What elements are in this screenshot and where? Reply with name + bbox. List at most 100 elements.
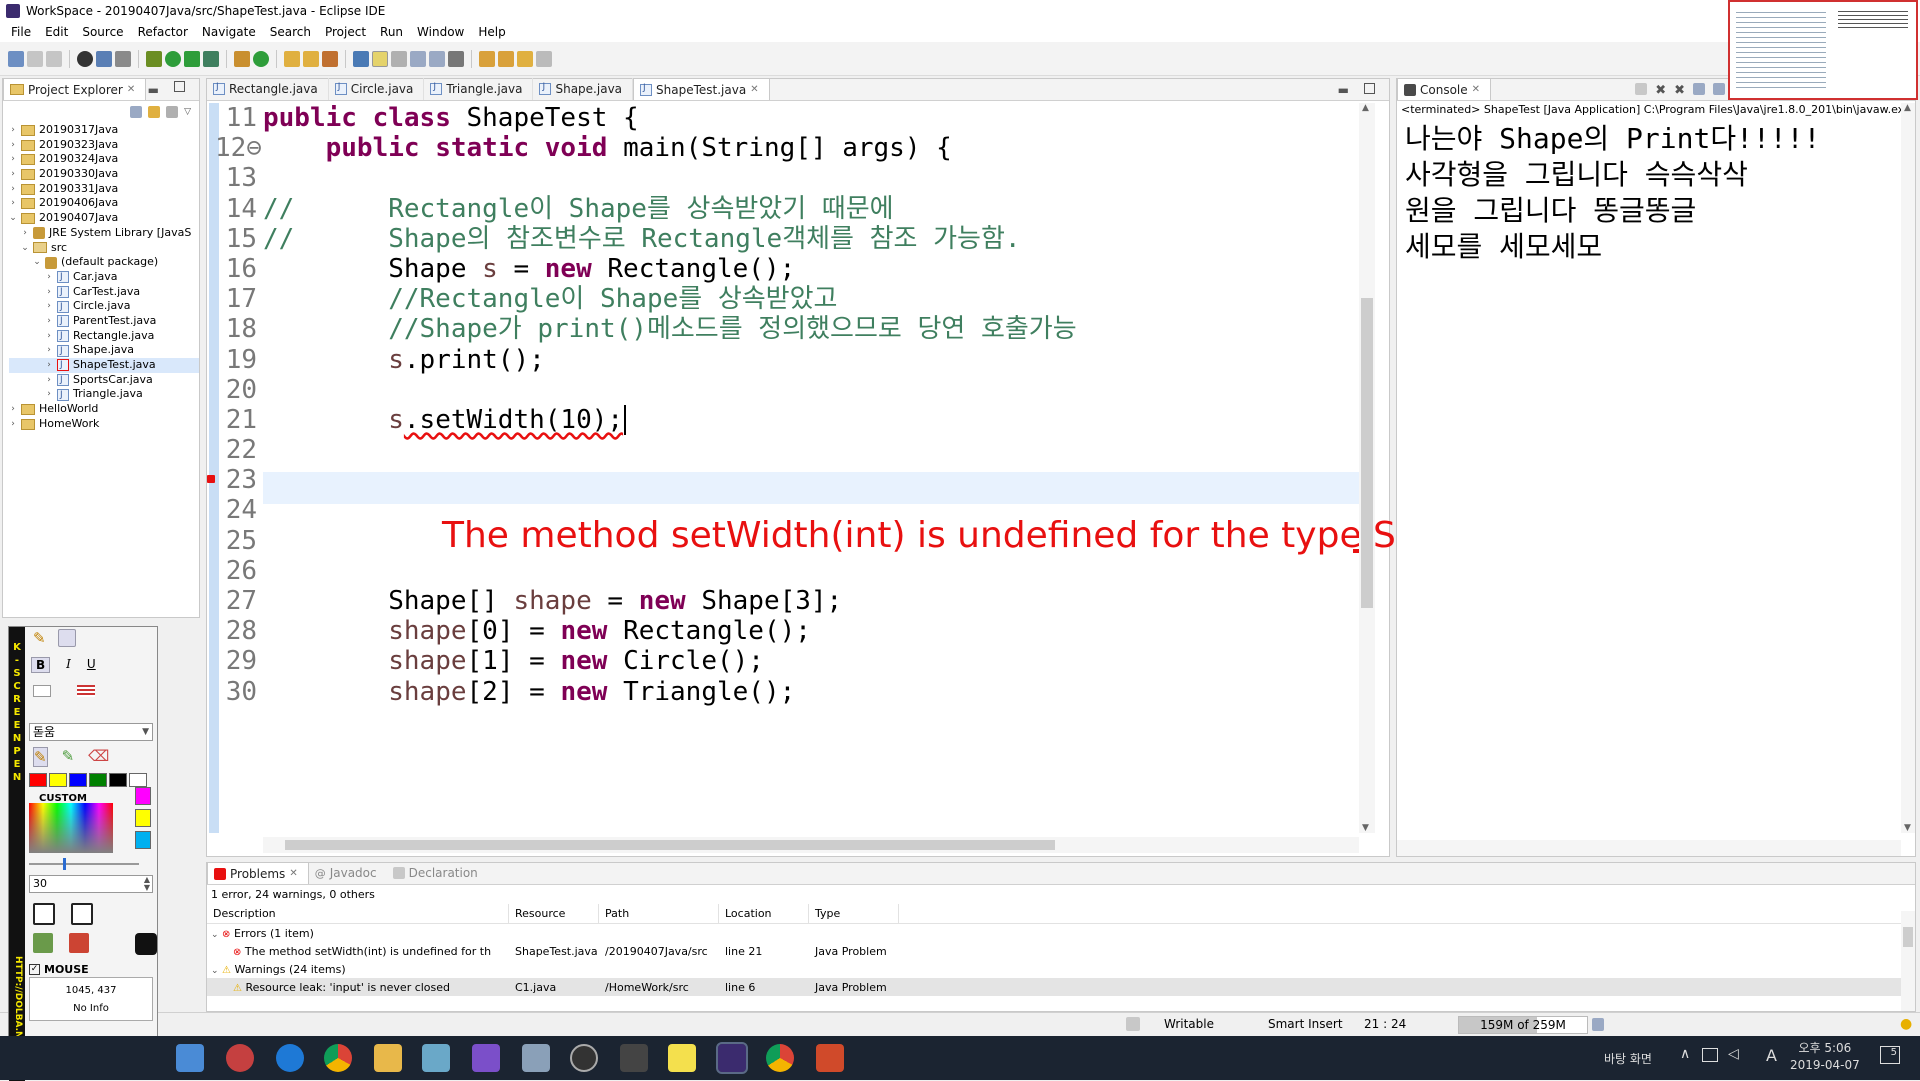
maximize-icon[interactable] bbox=[174, 81, 185, 92]
maximize-icon[interactable] bbox=[1364, 83, 1375, 94]
declaration-tab[interactable]: Declaration bbox=[387, 862, 488, 884]
code-area[interactable]: 11 public class ShapeTest {12⊖ public sta… bbox=[215, 103, 1365, 839]
expand-arrow-icon[interactable]: ⌄ bbox=[211, 966, 219, 976]
tree-item[interactable]: › 20190317Java bbox=[9, 123, 199, 138]
code-line[interactable]: 19 s.print(); bbox=[215, 345, 1365, 375]
next-annotation-icon[interactable] bbox=[410, 50, 426, 67]
desktop-label[interactable]: 바탕 화면 bbox=[1604, 1050, 1652, 1067]
tree-item[interactable]: › JRE System Library [JavaS bbox=[9, 226, 199, 241]
table-row[interactable]: ⚠ Resource leak: 'input' is never closed… bbox=[207, 978, 1915, 996]
toggle-mark-occurrences-icon[interactable] bbox=[353, 50, 369, 67]
custom-color-swatch[interactable] bbox=[135, 787, 151, 805]
scissors-icon[interactable] bbox=[71, 903, 93, 925]
size-slider[interactable] bbox=[29, 858, 139, 870]
new-icon[interactable] bbox=[8, 50, 24, 67]
manage-icon[interactable] bbox=[77, 50, 93, 67]
italic-button[interactable]: I bbox=[66, 657, 71, 673]
terminate-icon[interactable] bbox=[1635, 83, 1648, 95]
expand-arrow-icon[interactable]: › bbox=[9, 152, 17, 167]
expand-arrow-icon[interactable]: › bbox=[9, 182, 17, 197]
code-line[interactable]: 29 shape[1] = new Circle(); bbox=[215, 646, 1365, 676]
code-line[interactable]: 22 bbox=[215, 435, 1365, 465]
task-view-icon[interactable] bbox=[176, 1044, 204, 1072]
app-icon[interactable] bbox=[226, 1044, 254, 1072]
tree-item[interactable]: › Circle.java bbox=[9, 299, 199, 314]
code-line[interactable]: 12⊖ public static void main(String[] arg… bbox=[215, 133, 1365, 163]
tree-item[interactable]: › Shape.java bbox=[9, 343, 199, 358]
forward-icon[interactable] bbox=[536, 50, 552, 67]
editor-tab[interactable]: Triangle.java bbox=[424, 78, 534, 100]
editor-tab[interactable]: ShapeTest.java✕ bbox=[633, 78, 770, 100]
expand-arrow-icon[interactable]: › bbox=[45, 387, 53, 402]
sticky-notes-icon[interactable] bbox=[668, 1044, 696, 1072]
tree-item[interactable]: › 20190324Java bbox=[9, 152, 199, 167]
column-resource[interactable]: Resource bbox=[509, 904, 599, 923]
mouse-checkbox[interactable]: ✓ bbox=[29, 964, 40, 975]
tree-item[interactable]: › 20190406Java bbox=[9, 196, 199, 211]
eraser-tool-icon[interactable]: ⌫ bbox=[88, 747, 109, 767]
table-row[interactable]: ⌄ ⚠ Warnings (24 items) bbox=[207, 960, 1915, 978]
menu-help[interactable]: Help bbox=[471, 25, 512, 39]
save-icon[interactable] bbox=[27, 50, 43, 67]
visual-studio-icon[interactable] bbox=[472, 1044, 500, 1072]
tree-item[interactable]: › Triangle.java bbox=[9, 387, 199, 402]
debug-icon[interactable] bbox=[146, 50, 162, 67]
color-swatch[interactable] bbox=[109, 773, 127, 787]
pen-icon[interactable]: ✎ bbox=[33, 629, 46, 647]
pilcrow-icon[interactable] bbox=[448, 50, 464, 67]
tip-bulb-icon[interactable]: ● bbox=[1900, 1016, 1912, 1032]
editor-vscroll-thumb[interactable] bbox=[1361, 298, 1373, 608]
custom-color-swatch[interactable] bbox=[135, 831, 151, 849]
gc-trash-icon[interactable] bbox=[1592, 1018, 1604, 1031]
expand-arrow-icon[interactable]: › bbox=[45, 343, 53, 358]
paint-icon[interactable] bbox=[522, 1044, 550, 1072]
font-select[interactable]: 돋움 ▼ bbox=[29, 723, 153, 741]
last-edit-icon[interactable] bbox=[498, 50, 514, 67]
save-icon[interactable] bbox=[33, 903, 55, 925]
close-icon[interactable]: ✕ bbox=[289, 868, 297, 879]
expand-arrow-icon[interactable]: › bbox=[9, 167, 17, 182]
view-menu-icon[interactable]: ▽ bbox=[184, 107, 191, 117]
editor-vscrollbar[interactable]: ▲ ▼ bbox=[1359, 103, 1375, 833]
us-flag-icon[interactable] bbox=[77, 685, 95, 697]
code-line[interactable]: 20 bbox=[215, 375, 1365, 405]
tree-item[interactable]: › Rectangle.java bbox=[9, 329, 199, 344]
editor-hscrollbar[interactable] bbox=[263, 837, 1359, 853]
file-explorer-icon[interactable] bbox=[374, 1044, 402, 1072]
column-description[interactable]: Description bbox=[207, 904, 509, 923]
external-tools-icon[interactable] bbox=[203, 50, 219, 67]
column-type[interactable]: Type bbox=[809, 904, 899, 923]
table-row[interactable]: ⌄ ⊗ Errors (1 item) bbox=[207, 924, 1915, 942]
new-java-project-icon[interactable] bbox=[234, 50, 250, 67]
error-marker-icon[interactable] bbox=[207, 475, 215, 483]
network-icon[interactable] bbox=[1702, 1048, 1718, 1062]
tree-item[interactable]: ⌄ 20190407Java bbox=[9, 211, 199, 226]
code-line[interactable]: 16 Shape s = new Rectangle(); bbox=[215, 254, 1365, 284]
expand-arrow-icon[interactable]: › bbox=[45, 285, 53, 300]
code-line[interactable]: 23 bbox=[215, 465, 1365, 495]
menu-edit[interactable]: Edit bbox=[38, 25, 75, 39]
expand-arrow-icon[interactable]: ⌄ bbox=[211, 930, 219, 940]
expand-arrow-icon[interactable]: › bbox=[45, 329, 53, 344]
expand-arrow-icon[interactable]: › bbox=[9, 123, 17, 138]
open-type-icon[interactable] bbox=[284, 50, 300, 67]
minimize-icon[interactable]: ▬ bbox=[148, 83, 159, 97]
column-location[interactable]: Location bbox=[719, 904, 809, 923]
remove-launch-icon[interactable]: ✖ bbox=[1655, 83, 1666, 98]
problems-vscrollbar[interactable] bbox=[1901, 911, 1915, 1011]
menu-refactor[interactable]: Refactor bbox=[131, 25, 195, 39]
editor-tab[interactable]: Shape.java bbox=[533, 78, 634, 100]
code-line[interactable]: 28 shape[0] = new Rectangle(); bbox=[215, 616, 1365, 646]
highlighter-icon[interactable] bbox=[57, 629, 76, 647]
image-icon[interactable] bbox=[33, 933, 53, 953]
volume-icon[interactable]: ◁ bbox=[1728, 1046, 1739, 1062]
underline-button[interactable]: U bbox=[87, 657, 96, 673]
color-swatch[interactable] bbox=[49, 773, 67, 787]
skip-breakpoints-icon[interactable] bbox=[115, 50, 131, 67]
color-swatch[interactable] bbox=[29, 773, 47, 787]
new-class-icon[interactable] bbox=[253, 50, 269, 67]
link-editor-icon[interactable] bbox=[148, 106, 161, 118]
notification-icon[interactable]: 5 bbox=[1880, 1046, 1900, 1064]
tree-item[interactable]: › HelloWorld bbox=[9, 402, 199, 417]
javadoc-tab[interactable]: @ Javadoc bbox=[309, 862, 387, 884]
